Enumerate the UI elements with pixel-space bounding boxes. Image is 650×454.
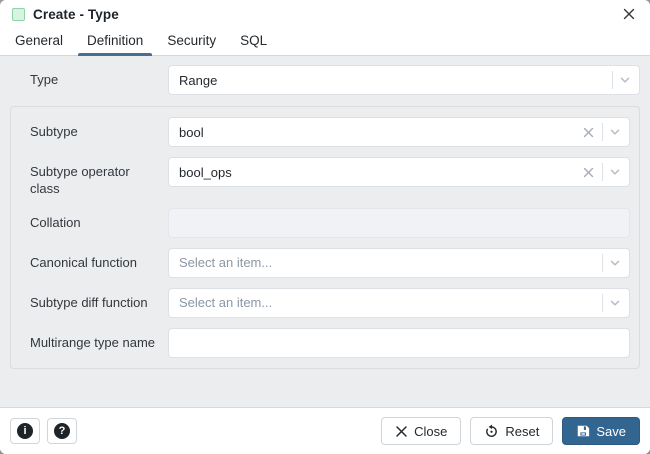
close-button-label: Close bbox=[414, 424, 447, 439]
subtype-operator-class-select[interactable]: bool_ops bbox=[168, 157, 630, 187]
close-button[interactable]: Close bbox=[381, 417, 461, 445]
tab-definition[interactable]: Definition bbox=[78, 28, 152, 55]
subtype-label: Subtype bbox=[11, 117, 168, 141]
subtype-operator-class-row: Subtype operator class bool_ops bbox=[11, 157, 630, 198]
tab-sql[interactable]: SQL bbox=[231, 28, 276, 55]
chevron-down-icon[interactable] bbox=[609, 297, 621, 309]
definition-panel: Type Range Subtype bool bbox=[0, 56, 650, 407]
multirange-type-name-row: Multirange type name bbox=[11, 328, 630, 358]
multirange-type-name-label: Multirange type name bbox=[11, 328, 168, 352]
chevron-down-icon[interactable] bbox=[609, 126, 621, 138]
canonical-function-select[interactable]: Select an item... bbox=[168, 248, 630, 278]
save-button[interactable]: Save bbox=[562, 417, 640, 445]
dialog-titlebar: Create - Type bbox=[0, 0, 650, 28]
info-icon: i bbox=[17, 423, 33, 439]
collation-label: Collation bbox=[11, 208, 168, 232]
subtype-diff-function-select[interactable]: Select an item... bbox=[168, 288, 630, 318]
collation-input bbox=[168, 208, 630, 238]
subtype-diff-function-row: Subtype diff function Select an item... bbox=[11, 288, 630, 318]
tab-general[interactable]: General bbox=[6, 28, 72, 55]
subtype-diff-function-placeholder: Select an item... bbox=[179, 295, 596, 310]
type-label: Type bbox=[10, 65, 168, 89]
canonical-function-row: Canonical function Select an item... bbox=[11, 248, 630, 278]
subtype-operator-class-value: bool_ops bbox=[179, 165, 581, 180]
subtype-row: Subtype bool bbox=[11, 117, 630, 147]
save-button-label: Save bbox=[596, 424, 626, 439]
type-icon bbox=[12, 8, 25, 21]
type-select-value: Range bbox=[179, 73, 606, 88]
clear-icon[interactable] bbox=[581, 165, 596, 180]
create-type-dialog: Create - Type General Definition Securit… bbox=[0, 0, 650, 454]
chevron-down-icon[interactable] bbox=[609, 257, 621, 269]
dialog-title: Create - Type bbox=[33, 7, 119, 22]
chevron-down-icon[interactable] bbox=[609, 166, 621, 178]
dialog-tabs: General Definition Security SQL bbox=[0, 28, 650, 56]
help-icon: ? bbox=[54, 423, 70, 439]
reset-icon bbox=[484, 424, 499, 439]
subtype-select-value: bool bbox=[179, 125, 581, 140]
help-button[interactable]: ? bbox=[47, 418, 77, 444]
dialog-footer: i ? Close Reset bbox=[0, 407, 650, 454]
chevron-down-icon[interactable] bbox=[619, 74, 631, 86]
canonical-function-placeholder: Select an item... bbox=[179, 255, 596, 270]
multirange-type-name-input[interactable] bbox=[168, 328, 630, 358]
info-button[interactable]: i bbox=[10, 418, 40, 444]
dialog-close-icon[interactable] bbox=[622, 7, 636, 21]
subtype-operator-class-label: Subtype operator class bbox=[11, 157, 168, 198]
collation-row: Collation bbox=[11, 208, 630, 238]
close-icon bbox=[395, 425, 408, 438]
tab-security[interactable]: Security bbox=[158, 28, 225, 55]
range-options-group: Subtype bool Subtype op bbox=[10, 106, 640, 369]
type-row: Type Range bbox=[10, 65, 640, 95]
canonical-function-label: Canonical function bbox=[11, 248, 168, 272]
clear-icon[interactable] bbox=[581, 125, 596, 140]
type-select[interactable]: Range bbox=[168, 65, 640, 95]
subtype-select[interactable]: bool bbox=[168, 117, 630, 147]
subtype-diff-function-label: Subtype diff function bbox=[11, 288, 168, 312]
reset-button[interactable]: Reset bbox=[470, 417, 553, 445]
save-icon bbox=[576, 424, 590, 438]
reset-button-label: Reset bbox=[505, 424, 539, 439]
